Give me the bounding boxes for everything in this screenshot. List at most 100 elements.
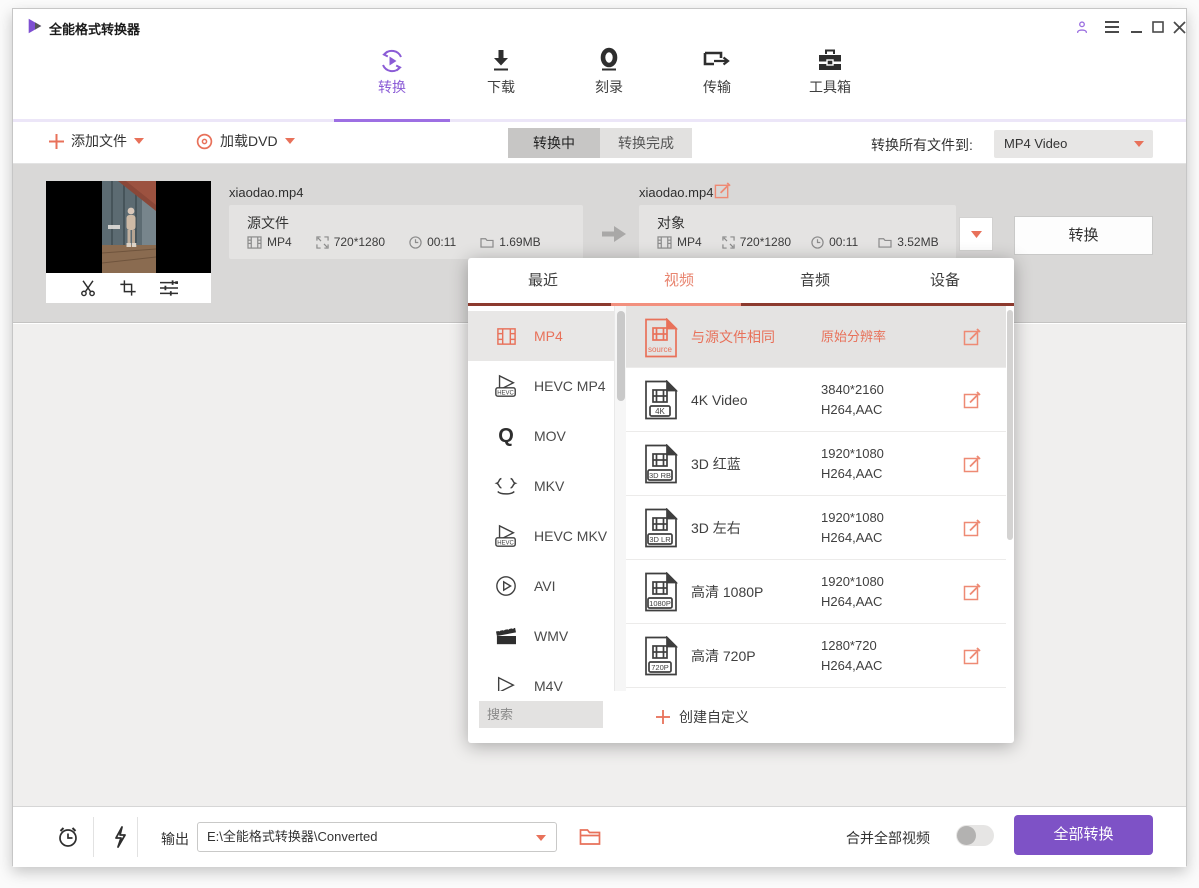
- format-item-mkv[interactable]: MKV: [468, 461, 614, 511]
- format-item-avi[interactable]: AVI: [468, 561, 614, 611]
- target-size: 3.52MB: [878, 235, 938, 249]
- format-item-hevc-mp4[interactable]: HEVC HEVC MP4: [468, 361, 614, 411]
- thumbnail-toolbar: [46, 273, 211, 303]
- popup-tab-recent[interactable]: 最近: [475, 258, 611, 303]
- nav-transfer[interactable]: 传输: [685, 47, 749, 97]
- load-dvd-button[interactable]: 加载DVD: [196, 131, 295, 151]
- preset-file-icon: 4K: [643, 380, 679, 420]
- popup-tab-video[interactable]: 视频: [611, 258, 747, 303]
- titlebar: 全能格式转换器: [13, 9, 1186, 43]
- chevron-down-icon: [285, 138, 295, 144]
- source-label: 源文件: [247, 213, 289, 233]
- convert-button[interactable]: 转换: [1014, 216, 1153, 255]
- toolbar: 添加文件 加载DVD 转换中 转换完成 转换所有文件到: MP4 Video: [13, 122, 1186, 164]
- resolution-icon: [722, 236, 735, 249]
- svg-text:3D LR: 3D LR: [649, 535, 671, 544]
- preset-row-3d-rb[interactable]: 3D RB 3D 红蓝 1920*1080H264,AAC: [626, 432, 1006, 496]
- close-icon[interactable]: [1168, 17, 1190, 37]
- nav-download[interactable]: 下载: [469, 47, 533, 97]
- source-size: 1.69MB: [480, 235, 540, 249]
- arrow-right-icon: [601, 226, 627, 242]
- preset-list: source 与源文件相同 原始分辨率 4K: [626, 306, 1006, 693]
- edit-preset-icon[interactable]: [963, 391, 981, 409]
- format-item-m4v[interactable]: M4V: [468, 661, 614, 691]
- folder-icon: [480, 236, 494, 248]
- convert-all-to-label: 转换所有文件到:: [871, 135, 973, 155]
- chevron-down-icon: [1134, 141, 1144, 147]
- film-icon: [657, 236, 672, 249]
- preset-file-icon: 3D RB: [643, 444, 679, 484]
- hevc-play-icon: HEVC: [492, 374, 520, 398]
- schedule-alarm-icon[interactable]: [56, 825, 80, 849]
- preset-row-1080p[interactable]: 1080P 高清 1080P 1920*1080H264,AAC: [626, 560, 1006, 624]
- account-icon[interactable]: [1071, 17, 1093, 37]
- nav-toolbox[interactable]: 工具箱: [798, 47, 862, 97]
- edit-preset-icon[interactable]: [963, 328, 981, 346]
- high-speed-lightning-icon[interactable]: [111, 825, 129, 849]
- clapperboard-icon: [492, 626, 520, 646]
- film-icon: [247, 236, 262, 249]
- source-resolution: 720*1280: [316, 235, 385, 249]
- nav-convert[interactable]: 转换: [360, 47, 424, 97]
- dvd-icon: [196, 133, 213, 150]
- svg-text:720P: 720P: [651, 663, 669, 672]
- format-list: MP4 HEVC HEVC MP4 Q MOV MKV HEVC: [468, 306, 614, 691]
- preset-file-icon: 3D LR: [643, 508, 679, 548]
- format-item-wmv[interactable]: WMV: [468, 611, 614, 661]
- preset-file-icon: 1080P: [643, 572, 679, 612]
- preset-row-same-as-source[interactable]: source 与源文件相同 原始分辨率: [626, 306, 1006, 368]
- trim-scissors-icon[interactable]: [79, 279, 97, 297]
- target-resolution: 720*1280: [722, 235, 791, 249]
- edit-preset-icon[interactable]: [963, 583, 981, 601]
- maximize-icon[interactable]: [1147, 17, 1169, 37]
- format-list-scrollbar[interactable]: [614, 306, 626, 691]
- menu-icon[interactable]: [1101, 17, 1123, 37]
- popup-tab-device[interactable]: 设备: [877, 258, 1013, 303]
- nav-burn[interactable]: 刻录: [577, 47, 641, 97]
- clock-icon: [811, 236, 824, 249]
- search-input[interactable]: [479, 701, 603, 728]
- output-label: 输出: [161, 829, 189, 849]
- preset-row-720p[interactable]: 720P 高清 720P 1280*720H264,AAC: [626, 624, 1006, 688]
- mkv-braces-icon: [492, 475, 520, 497]
- source-filename: xiaodao.mp4: [229, 185, 303, 200]
- open-folder-icon[interactable]: [579, 827, 601, 846]
- edit-preset-icon[interactable]: [963, 455, 981, 473]
- popup-tab-audio[interactable]: 音频: [747, 258, 883, 303]
- plus-icon: [656, 710, 670, 724]
- target-format-dropdown-button[interactable]: [959, 217, 993, 251]
- crop-icon[interactable]: [119, 279, 137, 297]
- svg-text:3D RB: 3D RB: [649, 471, 671, 480]
- target-filename: xiaodao.mp4: [639, 185, 713, 200]
- edit-preset-icon[interactable]: [963, 647, 981, 665]
- tab-converting[interactable]: 转换中: [508, 128, 600, 158]
- convert-all-button[interactable]: 全部转换: [1014, 815, 1153, 855]
- output-path-select[interactable]: E:\全能格式转换器\Converted: [197, 822, 557, 852]
- download-icon: [469, 47, 533, 77]
- output-format-select[interactable]: MP4 Video: [994, 130, 1153, 158]
- minimize-icon[interactable]: [1125, 17, 1147, 37]
- svg-text:HEVC: HEVC: [497, 540, 514, 546]
- app-logo-icon: [26, 17, 44, 35]
- preset-list-scrollbar[interactable]: [1006, 306, 1014, 693]
- chevron-down-icon: [134, 138, 144, 144]
- preset-row-4k[interactable]: 4K 4K Video 3840*2160H264,AAC: [626, 368, 1006, 432]
- add-file-button[interactable]: 添加文件: [49, 131, 144, 151]
- effects-sliders-icon[interactable]: [159, 279, 179, 297]
- convert-icon: [360, 47, 424, 77]
- rename-edit-icon[interactable]: [714, 182, 731, 199]
- format-item-hevc-mkv[interactable]: HEVC HEVC MKV: [468, 511, 614, 561]
- edit-preset-icon[interactable]: [963, 519, 981, 537]
- create-custom-button[interactable]: 创建自定义: [656, 707, 749, 727]
- app-window: 全能格式转换器 转换: [12, 8, 1187, 866]
- thumbnail-image: [46, 181, 211, 273]
- format-popup: 最近 视频 音频 设备 MP4 HEVC HEVC MP4 Q MOV: [468, 258, 1014, 743]
- merge-videos-toggle[interactable]: [956, 825, 994, 846]
- source-info-box: 源文件 MP4 720*1280 00:11 1.69MB: [229, 205, 583, 259]
- folder-icon: [878, 236, 892, 248]
- format-item-mp4[interactable]: MP4: [468, 311, 614, 361]
- target-label: 对象: [657, 213, 685, 233]
- format-item-mov[interactable]: Q MOV: [468, 411, 614, 461]
- preset-row-3d-lr[interactable]: 3D LR 3D 左右 1920*1080H264,AAC: [626, 496, 1006, 560]
- tab-converted[interactable]: 转换完成: [600, 128, 692, 158]
